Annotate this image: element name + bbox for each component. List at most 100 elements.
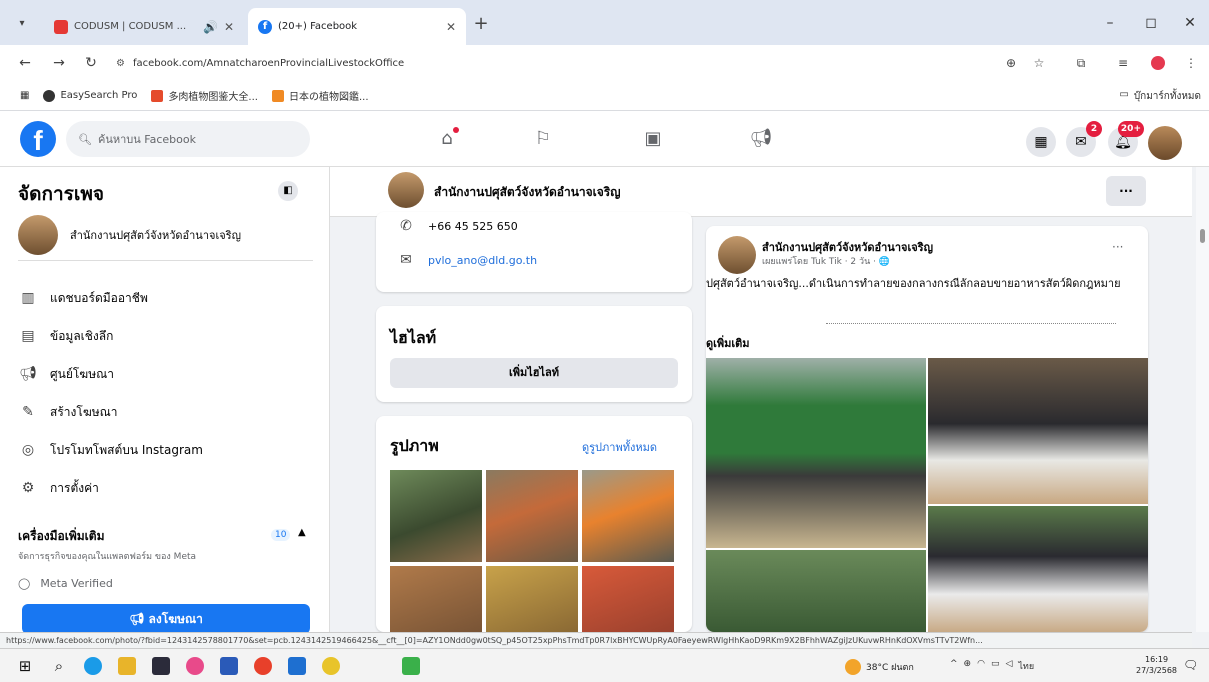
post-author-avatar[interactable] [718,236,756,274]
profile-avatar-icon[interactable] [1151,56,1165,70]
speaker-icon[interactable]: 🔊 [203,20,218,34]
taskbar-weather[interactable]: 38°C ฝนตก [845,659,914,675]
post-meta: เผยแพร่โดย Tuk Tik · 2 วัน · 🌐 [762,257,891,267]
announcement-icon[interactable]: 📢︎ [746,125,776,155]
clock-time: 16:19 [1144,655,1169,664]
home-icon[interactable]: ⌂ [432,125,462,155]
bookmark-item[interactable]: EasySearch Pro [43,89,137,102]
line-app-icon[interactable] [402,657,420,675]
menu-grid-icon[interactable]: ▦ [1026,127,1056,157]
scrollbar-thumb[interactable] [1200,229,1205,243]
pages-flag-icon[interactable]: ⚐ [528,125,558,155]
page-header-name[interactable]: สำนักงานปศุสัตว์จังหวัดอำนาจเจริญ [434,183,620,202]
messenger-icon[interactable]: ✉ 2 [1066,121,1102,157]
file-explorer-icon[interactable] [118,657,136,675]
chevron-up-icon[interactable]: ▲ [298,527,306,538]
close-window-button[interactable]: ✕ [1176,12,1204,34]
sidebar-item-ad-center[interactable]: 📢︎ ศูนย์โฆษณา [18,355,308,393]
page-scrollbar[interactable] [1196,167,1209,632]
tab-close-icon[interactable]: ✕ [446,20,456,34]
post-photo[interactable] [706,358,926,548]
tab-title: CODUSM | CODUSM ... [74,21,187,32]
page-more-button[interactable]: ··· [1106,176,1146,206]
sidebar-page-profile[interactable]: สำนักงานปศุสัตว์จังหวัดอำนาจเจริญ [18,214,313,261]
bookmark-favicon-icon [271,89,284,102]
email-link[interactable]: pvlo_ano@dld.go.th [428,254,537,267]
tab-close-icon[interactable]: ✕ [224,20,234,34]
sidebar-item-label: ข้อมูลเชิงลึก [50,328,114,343]
facebook-search-input[interactable]: 🔍︎ ค้นหาบน Facebook [66,121,310,157]
photo-thumbnail[interactable] [486,470,578,562]
post-photo[interactable] [928,506,1148,632]
apps-grid-icon[interactable]: ▦ [20,90,29,101]
translate-icon[interactable]: ⊕ [1000,52,1022,74]
back-arrow-icon[interactable]: ← [14,52,36,74]
tab-search-chevron-icon[interactable]: ▾ [12,14,32,34]
url-field[interactable]: ⚙ facebook.com/AmnatcharoenProvincialLiv… [110,51,1060,75]
browser-menu-icon[interactable]: ⋮ [1180,52,1202,74]
photo-thumbnail[interactable] [582,566,674,632]
advertise-button[interactable]: 📢︎ ลงโฆษณา [22,604,310,634]
sidebar-item-settings[interactable]: ⚙ การตั้งค่า [18,469,308,507]
taskbar-search-icon[interactable]: ⌕ [50,657,68,675]
tray-chevron-icon: ^ [950,659,958,669]
add-featured-button[interactable]: เพิ่มไฮไลท์ [390,358,678,388]
post-photo[interactable] [706,550,926,632]
url-text[interactable]: facebook.com/AmnatcharoenProvincialLives… [133,58,404,69]
sidebar-collapse-icon[interactable]: ◧ [278,181,298,201]
notifications-bell-icon[interactable]: 🔔︎ 20+ [1108,121,1144,157]
sidebar-item-dashboard[interactable]: ▥ แดชบอร์ดมืออาชีพ [18,279,308,317]
facebook-logo[interactable]: f [20,121,56,157]
clock-date: 27/3/2568 [1136,666,1178,675]
photo-thumbnail[interactable] [390,470,482,562]
store-icon[interactable] [152,657,170,675]
new-tab-button[interactable]: + [470,14,492,36]
post-photo[interactable] [928,358,1148,504]
see-all-photos-link[interactable]: ดูรูปภาพทั้งหมด [582,438,657,456]
meta-verified-item[interactable]: ◯ Meta Verified [18,577,113,590]
sidebar-item-insights[interactable]: ▤ ข้อมูลเชิงลึก [18,317,308,355]
media-control-icon[interactable]: ≡ [1112,52,1134,74]
featured-card: ไฮไลท์ เพิ่มไฮไลท์ [376,306,692,402]
reload-icon[interactable]: ↻ [80,52,102,74]
all-bookmarks[interactable]: ▭ บุ๊กมาร์กทั้งหมด [1119,89,1201,104]
windows-start-icon[interactable]: ⊞ [16,657,34,675]
see-more-link[interactable]: ดูเพิ่มเติม [706,334,750,352]
bookmark-item[interactable]: 多肉植物图鉴大全... [151,88,258,103]
browser-tab-inactive[interactable]: CODUSM | CODUSM ... 🔊 ✕ [44,8,244,45]
notification-center-icon[interactable]: 🗨︎ [1183,658,1198,672]
photo-thumbnail[interactable] [486,566,578,632]
search-placeholder: ค้นหาบน Facebook [97,133,196,146]
browser-tab-active[interactable]: f (20+) Facebook ✕ [248,8,466,45]
more-tools-title: เครื่องมือเพิ่มเติม [18,529,105,543]
page-header-avatar[interactable] [388,172,424,208]
site-info-icon[interactable]: ⚙ [116,58,125,69]
sidebar-item-label: แดชบอร์ดมืออาชีพ [50,290,148,305]
sticky-notes-icon[interactable] [322,657,340,675]
sidebar-item-instagram[interactable]: ◎ โปรโมทโพสต์บน Instagram [18,431,308,469]
photos-app-icon[interactable] [186,657,204,675]
extensions-icon[interactable]: ⧉ [1070,52,1092,74]
account-avatar[interactable] [1148,126,1182,160]
photos-card: รูปภาพ ดูรูปภาพทั้งหมด [376,416,692,632]
forward-arrow-icon[interactable]: → [48,52,70,74]
more-tools-section[interactable]: เครื่องมือเพิ่มเติม จัดการธุรกิจของคุณใน… [18,527,308,563]
photo-thumbnail[interactable] [390,566,482,632]
chrome-icon[interactable] [254,657,272,675]
post-more-button[interactable]: ··· [1112,240,1123,254]
sidebar-item-create-ad[interactable]: ✎ สร้างโฆษณา [18,393,308,431]
app-icon[interactable] [220,657,238,675]
taskbar-clock[interactable]: 16:19 27/3/2568 [1136,654,1177,676]
meta-verified-icon: ◯ [18,577,31,590]
bookmark-star-icon[interactable]: ☆ [1028,52,1050,74]
folder-icon: ▭ [1119,89,1129,100]
minimize-button[interactable]: – [1096,12,1124,34]
edge-icon[interactable] [84,657,102,675]
system-tray[interactable]: ^ ⊕ ◠ ▭ ◁ ไทย [950,659,1034,673]
maximize-button[interactable]: ◻ [1137,12,1165,34]
sidebar-item-label: ศูนย์โฆษณา [50,366,114,381]
photo-thumbnail[interactable] [582,470,674,562]
bookmark-item[interactable]: 日本の植物図鑑... [271,88,369,103]
marketplace-icon[interactable]: ▣ [638,125,668,155]
word-icon[interactable] [288,657,306,675]
